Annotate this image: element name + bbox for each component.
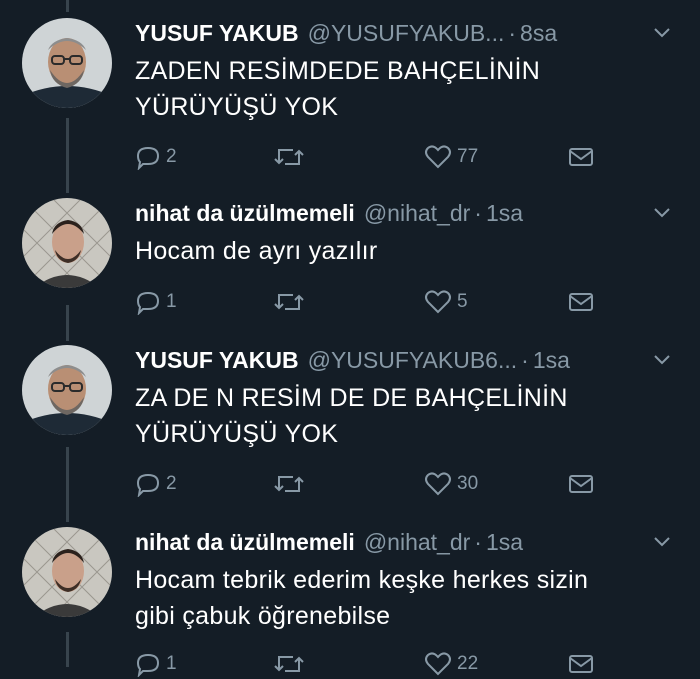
tweet-actions: 1 5: [135, 287, 605, 317]
reply-button[interactable]: 1: [135, 287, 177, 317]
like-count: 30: [457, 473, 479, 494]
avatar-older-man-icon: [22, 345, 112, 435]
tweet-header: YUSUF YAKUB @YUSUFYAKUB... · 8sa: [135, 18, 672, 48]
chevron-down-icon[interactable]: [652, 349, 672, 369]
envelope-icon: [569, 148, 593, 166]
username[interactable]: @nihat_dr: [364, 527, 470, 557]
like-button[interactable]: 77: [424, 142, 478, 172]
reply-icon: [136, 653, 160, 677]
tweet-text: Hocam tebrik ederim keşke herkes sizin g…: [135, 562, 675, 634]
reply-count: 2: [166, 473, 177, 494]
retweet-button[interactable]: [273, 142, 310, 172]
display-name[interactable]: YUSUF YAKUB: [135, 345, 299, 375]
heart-icon: [425, 652, 451, 676]
separator-dot: ·: [474, 529, 482, 555]
thread-line: [66, 632, 69, 667]
avatar-young-man-icon: [22, 198, 112, 288]
avatar[interactable]: [22, 198, 112, 288]
reply-icon: [136, 146, 160, 170]
heart-icon: [425, 290, 451, 314]
tweet-text: ZADEN RESİMDEDE BAHÇELİNİN YÜRÜYÜŞÜ YOK: [135, 53, 675, 125]
chevron-down-icon[interactable]: [652, 531, 672, 551]
retweet-icon: [274, 294, 304, 310]
tweet-header: YUSUF YAKUB @YUSUFYAKUB6... · 1sa: [135, 345, 672, 375]
tweet-actions: 2 77: [135, 142, 605, 172]
avatar-young-man-icon: [22, 527, 112, 617]
tweet-text: ZA DE N RESİM DE DE BAHÇELİNİN YÜRÜYÜŞÜ …: [135, 380, 675, 452]
tweet-header: nihat da üzülmemeli @nihat_dr · 1sa: [135, 198, 672, 228]
display-name[interactable]: nihat da üzülmemeli: [135, 527, 355, 557]
direct-message-button[interactable]: [567, 287, 595, 317]
chevron-down-icon[interactable]: [652, 22, 672, 42]
reply-icon: [136, 291, 160, 315]
display-name[interactable]: YUSUF YAKUB: [135, 18, 299, 48]
thread-line: [66, 0, 69, 12]
username[interactable]: @YUSUFYAKUB6...: [308, 345, 518, 375]
tweet-text-line: YÜRÜYÜŞÜ YOK: [135, 93, 339, 121]
retweet-button[interactable]: [273, 649, 310, 679]
envelope-icon: [569, 293, 593, 311]
direct-message-button[interactable]: [567, 649, 595, 679]
tweet-text-line: ZADEN RESİMDEDE BAHÇELİNİN: [135, 57, 541, 85]
retweet-button[interactable]: [273, 469, 310, 499]
separator-dot: ·: [521, 347, 529, 373]
tweet-actions: 2 30: [135, 469, 605, 499]
tweet-header: nihat da üzülmemeli @nihat_dr · 1sa: [135, 527, 672, 557]
heart-icon: [425, 472, 451, 496]
tweet-text-line: gibi çabuk öğrenebilse: [135, 602, 391, 630]
tweet-text-line: Hocam tebrik ederim keşke herkes sizin: [135, 566, 589, 594]
timestamp[interactable]: 1sa: [486, 527, 523, 557]
tweet-text-line: YÜRÜYÜŞÜ YOK: [135, 420, 339, 448]
heart-icon: [425, 145, 451, 169]
username[interactable]: @nihat_dr: [364, 198, 470, 228]
separator-dot: ·: [508, 20, 517, 46]
timestamp[interactable]: 1sa: [486, 198, 523, 228]
direct-message-button[interactable]: [567, 469, 595, 499]
tweet-text-line: Hocam de ayrı yazılır: [135, 237, 378, 265]
reply-button[interactable]: 1: [135, 649, 177, 679]
avatar[interactable]: [22, 18, 112, 108]
chevron-down-icon[interactable]: [652, 202, 672, 222]
reply-count: 1: [166, 291, 177, 312]
username[interactable]: @YUSUFYAKUB...: [308, 18, 505, 48]
retweet-icon: [274, 149, 304, 165]
like-count: 5: [457, 291, 468, 312]
timestamp[interactable]: 8sa: [520, 18, 557, 48]
avatar-older-man-icon: [22, 18, 112, 108]
reply-button[interactable]: 2: [135, 469, 177, 499]
avatar[interactable]: [22, 345, 112, 435]
tweet-actions: 1 22: [135, 649, 605, 679]
thread-line: [66, 447, 69, 522]
like-button[interactable]: 22: [424, 649, 478, 679]
envelope-icon: [569, 655, 593, 673]
timestamp[interactable]: 1sa: [533, 345, 570, 375]
reply-count: 1: [166, 653, 177, 674]
reply-icon: [136, 473, 160, 497]
reply-count: 2: [166, 146, 177, 167]
display-name[interactable]: nihat da üzülmemeli: [135, 198, 355, 228]
retweet-icon: [274, 476, 304, 492]
like-count: 22: [457, 653, 479, 674]
retweet-icon: [274, 656, 304, 672]
tweet-text-line: ZA DE N RESİM DE DE BAHÇELİNİN: [135, 384, 568, 412]
reply-button[interactable]: 2: [135, 142, 177, 172]
direct-message-button[interactable]: [567, 142, 595, 172]
thread-line: [66, 305, 69, 341]
like-button[interactable]: 30: [424, 469, 478, 499]
thread-line: [66, 118, 69, 193]
avatar[interactable]: [22, 527, 112, 617]
separator-dot: ·: [474, 200, 482, 226]
like-count: 77: [457, 146, 479, 167]
envelope-icon: [569, 475, 593, 493]
retweet-button[interactable]: [273, 287, 310, 317]
like-button[interactable]: 5: [424, 287, 468, 317]
tweet-text: Hocam de ayrı yazılır: [135, 233, 675, 269]
